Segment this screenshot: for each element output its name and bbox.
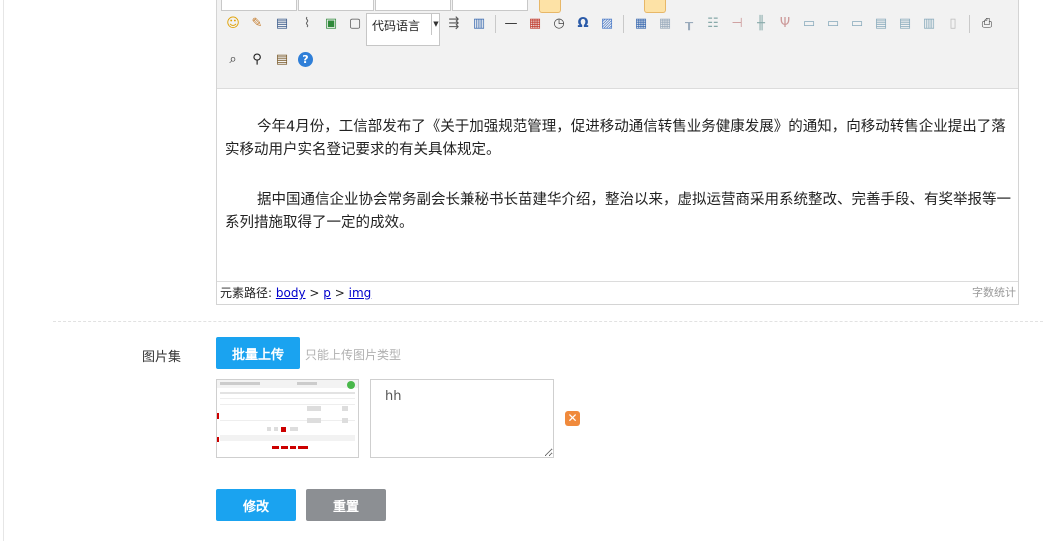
gallery-image-thumbnail[interactable] xyxy=(216,379,359,458)
toolbar-separator xyxy=(623,15,624,33)
split-cells-icon[interactable]: ▤ xyxy=(873,16,889,32)
editor-content[interactable]: 今年4月份，工信部发布了《关于加强规范管理，促进移动通信转售业务健康发展》的通知… xyxy=(217,89,1018,282)
code-language-select[interactable]: 代码语言 ▼ xyxy=(366,13,440,46)
time-icon[interactable]: ◷ xyxy=(551,16,567,32)
batch-upload-button[interactable]: 批量上传 xyxy=(216,337,300,369)
content-paragraph: 今年4月份，工信部发布了《关于加强规范管理，促进移动通信转售业务健康发展》的通知… xyxy=(225,119,1006,158)
toolbar-separator xyxy=(969,15,970,33)
attachment-icon[interactable]: ⌇ xyxy=(299,16,315,32)
delete-col-icon[interactable]: Ψ xyxy=(777,16,793,32)
print-icon[interactable]: ⎙ xyxy=(979,16,995,32)
rich-text-editor: ☺ ✎ ▤ ⌇ ▣ ▢ 代码语言 ▼ ⇶ ▥ — ▦ ◷ Ω ▨ ▦ ▦ ┰ ☷… xyxy=(216,0,1019,305)
template-icon[interactable]: ▥ xyxy=(471,16,487,32)
preview-icon[interactable]: ⌕ xyxy=(225,52,241,68)
content-paragraph: 据中国通信企业协会常务副会长兼秘书长苗建华介绍，整治以来，虚拟运营商采用系统整改… xyxy=(225,192,1011,231)
delete-row-icon[interactable]: ⊣ xyxy=(729,16,745,32)
element-path: 元素路径: body > p > img xyxy=(220,282,371,304)
element-path-label: 元素路径: xyxy=(220,286,273,300)
folder-icon[interactable] xyxy=(539,0,561,13)
path-p-link[interactable]: p xyxy=(323,286,331,300)
font-family-select[interactable] xyxy=(221,0,297,11)
horizontal-rule-icon[interactable]: — xyxy=(503,16,519,32)
word-image-icon[interactable]: ▨ xyxy=(599,16,615,32)
image-caption-textarea[interactable]: hh xyxy=(370,379,554,458)
date-icon[interactable]: ▦ xyxy=(527,16,543,32)
path-separator: > xyxy=(309,286,320,300)
delete-table-icon[interactable]: ▦ xyxy=(657,16,673,32)
search-replace-icon[interactable]: ⚲ xyxy=(249,52,265,68)
delete-image-icon[interactable]: ✕ xyxy=(565,411,580,426)
special-char-icon[interactable]: Ω xyxy=(575,16,591,32)
merge-down-icon[interactable]: ▭ xyxy=(849,16,865,32)
modify-button[interactable]: 修改 xyxy=(216,489,296,521)
code-language-value: 代码语言 xyxy=(372,19,421,33)
image-icon[interactable]: ▣ xyxy=(323,16,339,32)
reset-button[interactable]: 重置 xyxy=(306,489,386,521)
scrawl-icon[interactable]: ✎ xyxy=(249,16,265,32)
path-body-link[interactable]: body xyxy=(276,286,306,300)
insert-frame-icon[interactable]: ▢ xyxy=(347,16,363,32)
folder-icon[interactable] xyxy=(644,0,666,13)
merge-cells-icon[interactable]: ▭ xyxy=(801,16,817,32)
split-cols-icon[interactable]: ▥ xyxy=(921,16,937,32)
path-img-link[interactable]: img xyxy=(349,286,372,300)
thumbnail-image xyxy=(217,380,358,457)
help-icon[interactable]: ? xyxy=(298,52,313,67)
word-count: 字数统计 xyxy=(972,286,1016,299)
split-rows-icon[interactable]: ▤ xyxy=(897,16,913,32)
font-size-select[interactable] xyxy=(298,0,374,11)
editor-toolbar: ☺ ✎ ▤ ⌇ ▣ ▢ 代码语言 ▼ ⇶ ▥ — ▦ ◷ Ω ▨ ▦ ▦ ┰ ☷… xyxy=(217,0,1018,89)
chart-icon[interactable]: ▯ xyxy=(945,16,961,32)
insert-paragraph-before-table-icon[interactable]: ┰ xyxy=(681,16,697,32)
paragraph-format-select[interactable] xyxy=(375,0,451,11)
page-left-border xyxy=(3,0,4,541)
insert-col-icon[interactable]: ╫ xyxy=(753,16,769,32)
chevron-down-icon[interactable]: ▼ xyxy=(431,13,440,35)
merge-right-icon[interactable]: ▭ xyxy=(825,16,841,32)
gallery-label: 图片集 xyxy=(142,350,182,365)
emoticon-icon[interactable]: ☺ xyxy=(225,16,241,32)
drafts-icon[interactable]: ▤ xyxy=(274,52,290,68)
insert-table-icon[interactable]: ▦ xyxy=(633,16,649,32)
video-icon[interactable]: ▤ xyxy=(274,16,290,32)
path-separator: > xyxy=(334,286,345,300)
upload-hint: 只能上传图片类型 xyxy=(305,348,402,362)
section-divider xyxy=(53,321,1043,322)
custom-style-select[interactable] xyxy=(452,0,528,11)
pagebreak-icon[interactable]: ⇶ xyxy=(446,16,462,32)
toolbar-separator xyxy=(495,15,496,33)
insert-row-icon[interactable]: ☷ xyxy=(705,16,721,32)
editor-statusbar: 元素路径: body > p > img 字数统计 xyxy=(217,281,1018,304)
